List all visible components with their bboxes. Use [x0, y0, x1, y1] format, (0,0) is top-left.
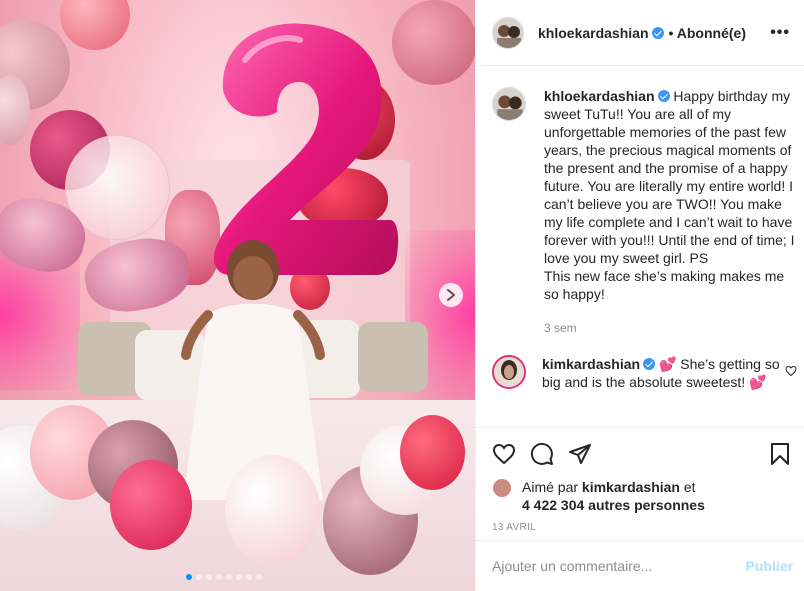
liked-by-others[interactable]: 4 422 304 autres personnes — [522, 497, 705, 513]
carousel-dot — [216, 574, 222, 580]
verified-badge-icon — [643, 358, 656, 370]
post-photo[interactable] — [0, 0, 475, 591]
post-actions: Aimé par kimkardashian et 4 422 304 autr… — [476, 427, 804, 533]
comment-author[interactable]: kimkardashian — [542, 356, 640, 372]
post-caption: khloekardashian Happy birthday my sweet … — [492, 87, 797, 337]
bookmark-icon[interactable] — [769, 442, 791, 466]
carousel-dot — [226, 574, 232, 580]
liked-by-prefix: Aimé par — [522, 479, 579, 495]
comment-body: kimkardashian 💕 She’s getting so big and… — [542, 355, 780, 391]
post-header: khloekardashian • Abonné(e) ••• — [476, 0, 804, 66]
add-comment-bar: Publier — [476, 540, 804, 591]
post-date[interactable]: 13 AVRIL — [492, 522, 791, 533]
carousel-dot — [206, 574, 212, 580]
liked-by: Aimé par kimkardashian et 4 422 304 autr… — [492, 478, 791, 514]
next-slide-button[interactable] — [439, 283, 463, 307]
comment-icon[interactable] — [530, 442, 554, 466]
share-icon[interactable] — [568, 442, 592, 466]
more-options-icon[interactable]: ••• — [770, 24, 790, 42]
liked-by-and: et — [683, 479, 696, 495]
comment-input[interactable] — [492, 558, 746, 574]
carousel-dot — [186, 574, 192, 580]
verified-badge-icon — [657, 90, 670, 102]
carousel-dots — [186, 574, 262, 580]
balloon — [400, 415, 465, 490]
verified-badge-icon — [651, 26, 664, 39]
author-avatar[interactable] — [492, 16, 524, 49]
balloon — [225, 455, 320, 565]
chevron-right-icon — [447, 289, 455, 301]
carousel-dot — [256, 574, 262, 580]
like-comment-heart-icon[interactable] — [785, 365, 797, 377]
author-avatar[interactable] — [492, 87, 526, 121]
carousel-dot — [246, 574, 252, 580]
commenter-avatar[interactable] — [492, 355, 526, 389]
liked-by-user[interactable]: kimkardashian — [582, 479, 680, 495]
liked-by-text: Aimé par kimkardashian et 4 422 304 autr… — [522, 478, 705, 514]
liker-avatar[interactable] — [492, 478, 512, 498]
like-heart-icon[interactable] — [492, 442, 516, 466]
caption-text: Happy birthday my sweet TuTu!! You are a… — [544, 88, 795, 266]
post-sidebar: khloekardashian • Abonné(e) ••• khloekar… — [475, 0, 804, 591]
balloon — [110, 460, 192, 550]
caption-author[interactable]: khloekardashian — [544, 88, 655, 104]
publish-button[interactable]: Publier — [746, 558, 793, 574]
pillow — [358, 322, 428, 392]
follow-status[interactable]: • Abonné(e) — [669, 25, 747, 41]
comments-section: khloekardashian Happy birthday my sweet … — [476, 67, 804, 427]
balloon — [60, 0, 130, 50]
caption-ps-text: This new face she’s making makes me so h… — [544, 268, 785, 302]
carousel-dot — [196, 574, 202, 580]
action-icons — [492, 440, 791, 468]
author-username[interactable]: khloekardashian — [538, 25, 649, 41]
caption-time[interactable]: 3 sem — [544, 319, 797, 337]
comment-item: kimkardashian 💕 She’s getting so big and… — [492, 355, 797, 391]
caption-body: khloekardashian Happy birthday my sweet … — [544, 87, 797, 337]
carousel-dot — [236, 574, 242, 580]
